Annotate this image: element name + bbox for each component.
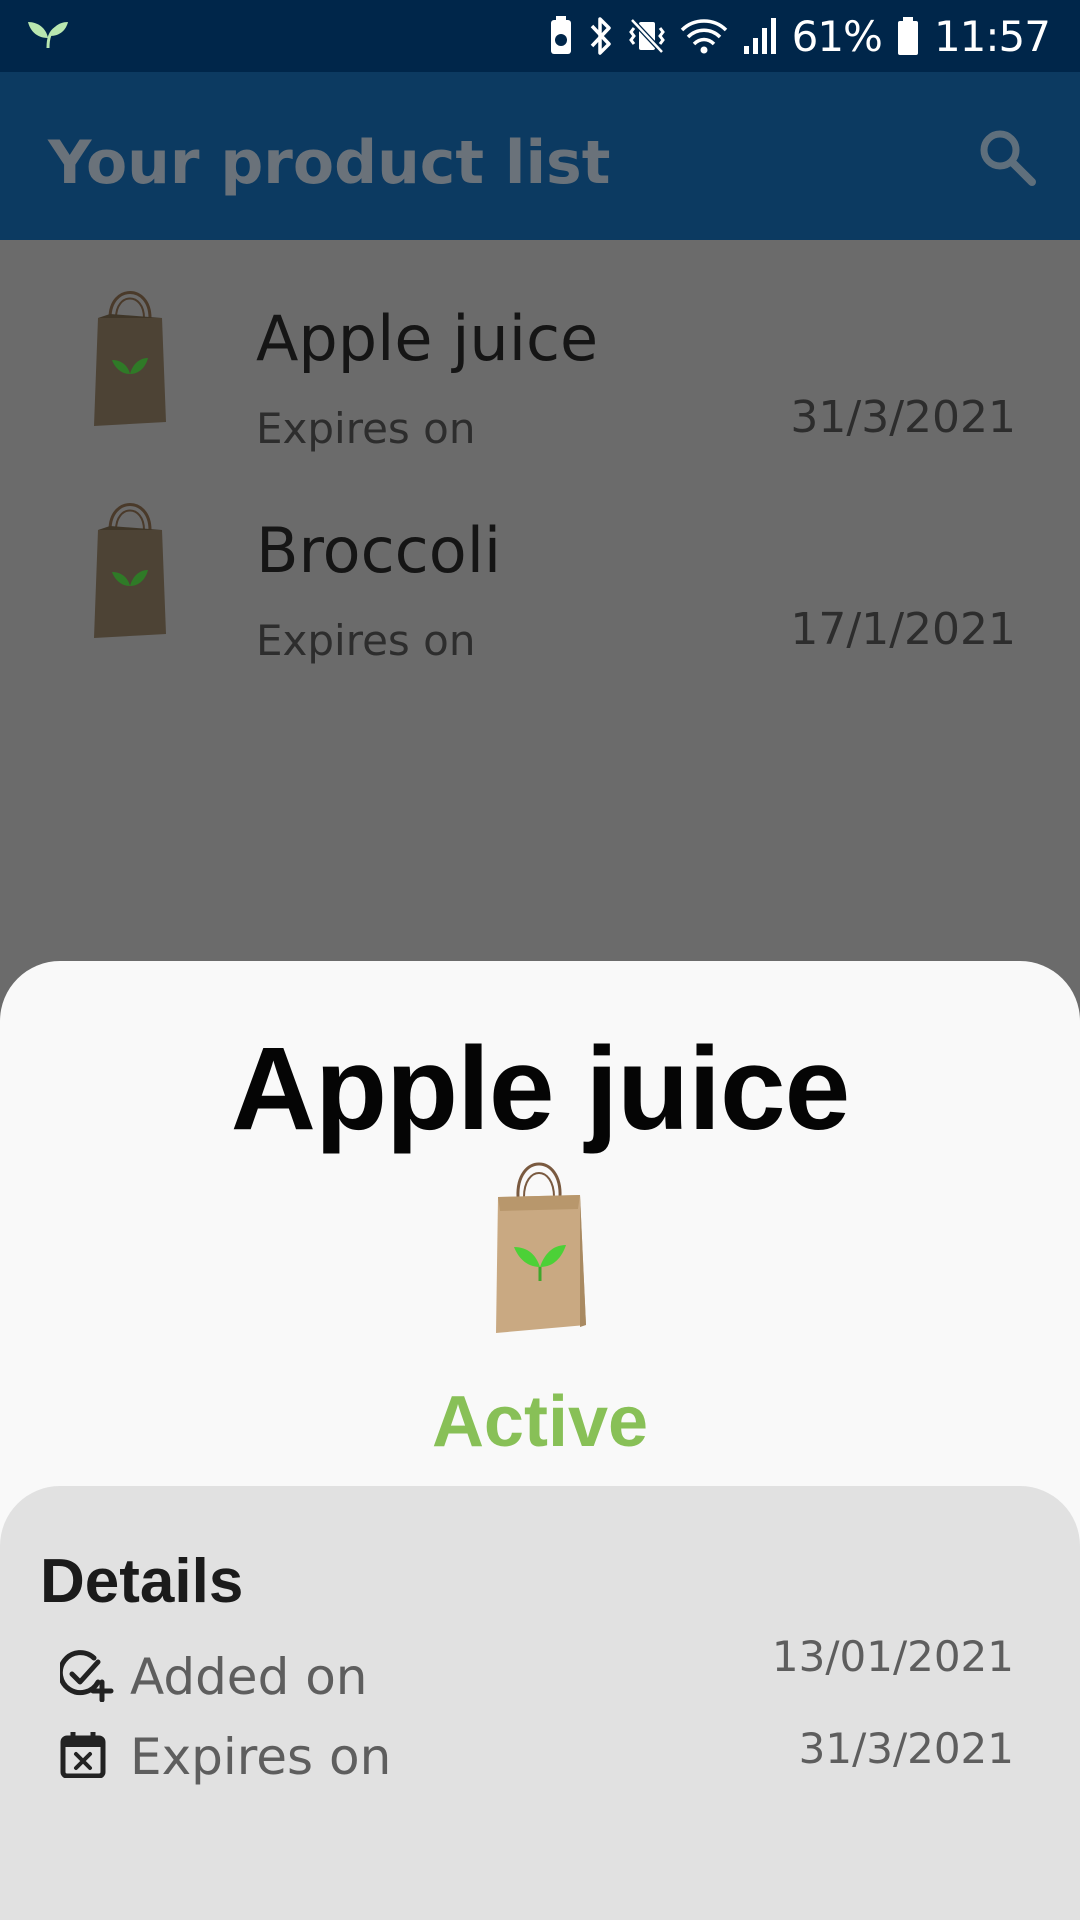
product-name: Apple juice bbox=[256, 302, 599, 375]
added-on-label: Added on bbox=[130, 1648, 368, 1706]
details-title: Details bbox=[40, 1547, 244, 1616]
shopping-bag-icon bbox=[496, 1162, 586, 1333]
status-bar: 61% 11:57 bbox=[0, 0, 1080, 72]
product-name: Broccoli bbox=[256, 514, 502, 587]
sheet-title: Apple juice bbox=[230, 1023, 850, 1155]
wifi-icon bbox=[680, 19, 727, 54]
leaf-icon bbox=[28, 22, 68, 49]
status-badge: Active bbox=[431, 1382, 649, 1462]
battery-saver-icon bbox=[550, 16, 571, 54]
expires-label: Expires on bbox=[256, 616, 476, 665]
app-bar: Your product list bbox=[0, 72, 1080, 240]
page-title: Your product list bbox=[48, 128, 611, 198]
clock: 11:57 bbox=[933, 11, 1051, 61]
check-add-icon bbox=[60, 1650, 114, 1702]
expires-on-label: Expires on bbox=[130, 1728, 392, 1786]
battery-icon bbox=[897, 17, 918, 55]
vibrate-icon bbox=[628, 18, 665, 54]
details-card: Details Added on 13/01/2021 Expires on 3… bbox=[0, 1486, 1080, 1920]
expires-on-value: 31/3/2021 bbox=[798, 1724, 1014, 1773]
calendar-x-icon bbox=[60, 1732, 106, 1778]
list-item[interactable]: Broccoli Expires on 17/1/2021 bbox=[0, 452, 1080, 665]
shopping-bag-icon bbox=[94, 291, 166, 426]
status-icons: 61% 11:57 bbox=[548, 0, 1051, 72]
expiry-date: 31/3/2021 bbox=[790, 392, 1016, 443]
list-item[interactable]: Apple juice Expires on 31/3/2021 bbox=[0, 240, 1080, 453]
added-on-value: 13/01/2021 bbox=[771, 1632, 1014, 1681]
shopping-bag-icon bbox=[94, 503, 166, 638]
battery-percent: 61% bbox=[791, 11, 883, 61]
signal-icon bbox=[743, 18, 776, 54]
search-icon[interactable] bbox=[978, 128, 1036, 186]
expiry-date: 17/1/2021 bbox=[790, 604, 1016, 655]
bluetooth-icon bbox=[590, 17, 611, 55]
expires-label: Expires on bbox=[256, 404, 476, 453]
